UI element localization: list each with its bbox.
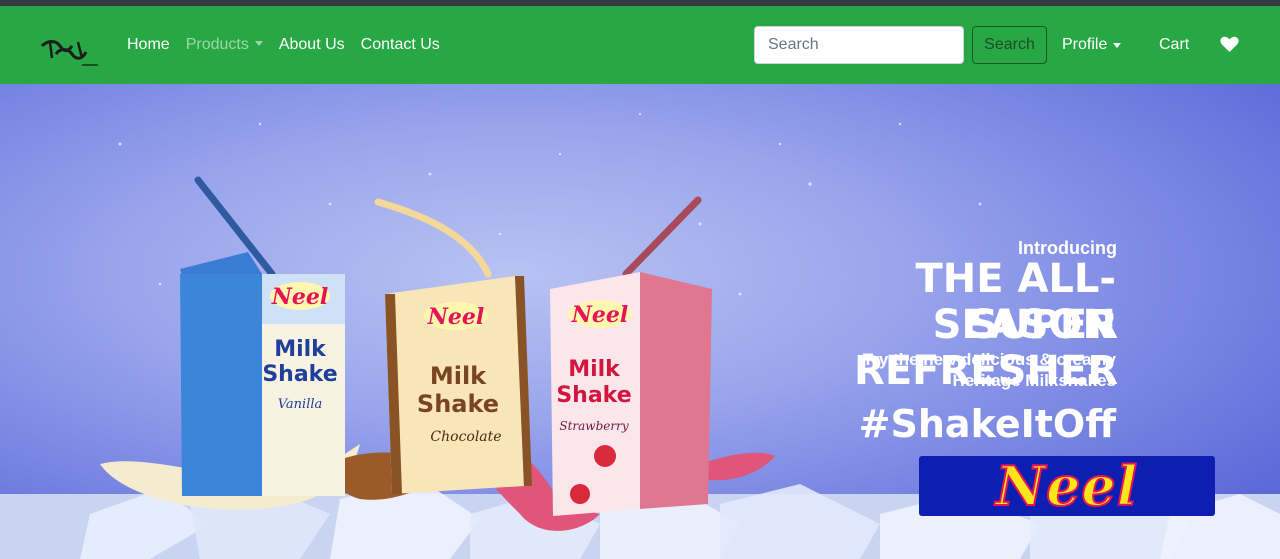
- caret-down-icon: [254, 41, 263, 46]
- carton-line1: Milk: [274, 337, 327, 362]
- brand-logo-text: Neel: [995, 454, 1139, 518]
- heart-icon[interactable]: [1220, 36, 1239, 53]
- carton-line1: Milk: [430, 362, 487, 390]
- chocolate-carton: Neel Milk Shake Chocolate: [374, 198, 532, 494]
- carton-flavor: Strawberry: [559, 419, 628, 433]
- search-button[interactable]: Search: [972, 26, 1047, 64]
- profile-label: Profile: [1062, 36, 1108, 53]
- hero-subline1: Try the new delicious & creamy: [862, 350, 1116, 369]
- carton-flavor: Vanilla: [278, 397, 323, 412]
- carton-brand: Neel: [571, 302, 628, 328]
- vanilla-carton: Neel Milk Shake Vanilla: [180, 176, 345, 496]
- logo-icon[interactable]: [38, 28, 102, 70]
- navbar: Home Products About Us Contact Us Search…: [0, 6, 1280, 84]
- carton-flavor: Chocolate: [430, 429, 501, 445]
- carton-line1: Milk: [568, 357, 621, 382]
- hero-hashtag: #ShakeItOff: [858, 402, 1116, 446]
- nav-products-dropdown[interactable]: Products: [186, 36, 263, 54]
- carton-line2: Shake: [417, 390, 499, 418]
- cart-link[interactable]: Cart: [1159, 6, 1189, 84]
- hero-banner: Neel Milk Shake Vanilla Neel Milk Shake …: [0, 84, 1280, 559]
- strawberry-carton: Neel Milk Shake Strawberry: [550, 196, 712, 516]
- nav-about-link[interactable]: About Us: [279, 36, 345, 54]
- nav-products-label: Products: [185, 36, 249, 53]
- strawberry-drops: [700, 452, 775, 481]
- search-input[interactable]: [754, 26, 964, 64]
- carton-brand: Neel: [271, 284, 328, 310]
- carton-line2: Shake: [262, 362, 337, 387]
- caret-down-icon: [1113, 42, 1122, 48]
- nav-home-link[interactable]: Home: [127, 36, 170, 54]
- primary-nav: Home Products About Us Contact Us: [127, 6, 456, 84]
- brand-banner: Neel: [919, 454, 1215, 518]
- carton-brand: Neel: [427, 304, 484, 330]
- profile-dropdown[interactable]: Profile: [1062, 6, 1122, 84]
- nav-contact-link[interactable]: Contact Us: [361, 36, 440, 54]
- hero-subline2: Heritage Milkshakes: [952, 371, 1116, 390]
- carton-line2: Shake: [556, 383, 631, 408]
